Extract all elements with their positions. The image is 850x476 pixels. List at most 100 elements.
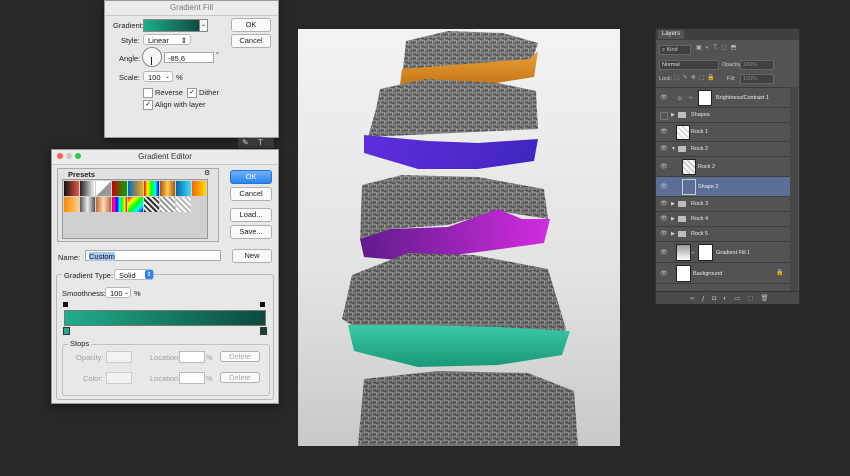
fill-input[interactable]: 100% xyxy=(740,74,774,84)
stepper-icon: ⇕ xyxy=(180,36,187,45)
layer-row-rock-2-group[interactable]: 👁 ▼ Rock 2 xyxy=(656,142,790,157)
opacity-input[interactable]: 100% xyxy=(740,60,774,70)
fill-label: Fill: xyxy=(727,76,736,82)
preset-swatch[interactable] xyxy=(80,197,95,212)
layers-scrollbar[interactable] xyxy=(790,87,798,294)
preset-swatch[interactable] xyxy=(80,181,95,196)
link-icon: ∞ xyxy=(691,250,695,256)
delete-opacity-stop-button[interactable]: Delete xyxy=(220,351,260,362)
color-stop-left[interactable] xyxy=(63,327,70,335)
stops-label: Stops xyxy=(68,339,92,348)
layer-row-gradient-fill-1[interactable]: 👁 ∞ Gradient Fill 1 xyxy=(656,242,790,263)
layer-filter-icons[interactable]: ▣◐T⬚⬒ xyxy=(696,44,740,51)
ok-button[interactable]: OK xyxy=(230,170,272,184)
preset-swatch[interactable] xyxy=(96,181,111,196)
layer-row-shape-2-selected[interactable]: 👁 Shape 2 xyxy=(656,177,790,197)
layers-tab[interactable]: Layers xyxy=(658,30,685,39)
layer-row-brightness-contrast[interactable]: 👁 ☼ ∞ Brightness/Contrast 1 xyxy=(656,88,790,108)
preset-swatch[interactable] xyxy=(128,181,143,196)
visibility-eye-icon[interactable]: 👁 xyxy=(660,163,668,170)
scale-select[interactable]: 100 ⌄ xyxy=(143,71,173,82)
preset-swatch[interactable] xyxy=(112,181,127,196)
document-canvas[interactable] xyxy=(298,29,620,446)
expand-arrow-icon[interactable]: ▶ xyxy=(671,216,675,222)
minimize-window-icon[interactable] xyxy=(66,153,72,159)
layer-row-rock-3[interactable]: 👁 ▶ Rock 3 xyxy=(656,197,790,212)
layer-name: Brightness/Contrast 1 xyxy=(716,95,769,101)
pen-tool-icon[interactable]: ✎ xyxy=(242,138,249,147)
filter-kind-select[interactable]: ⌕ Kind xyxy=(659,45,691,55)
collapse-arrow-icon[interactable]: ▼ xyxy=(671,146,676,152)
preset-swatch[interactable] xyxy=(176,181,191,196)
lock-icons[interactable]: ⬚✎✥⬚🔒 xyxy=(674,74,718,81)
layer-row-rock-4[interactable]: 👁 ▶ Rock 4 xyxy=(656,212,790,227)
opacity-stop-left[interactable] xyxy=(63,302,68,307)
type-tool-icon[interactable]: T xyxy=(258,138,263,147)
preset-swatch[interactable] xyxy=(192,181,206,196)
layer-row-rock-2[interactable]: 👁 Rock 2 xyxy=(656,157,790,177)
color-label: Color: xyxy=(83,374,104,383)
preset-swatch[interactable] xyxy=(112,197,127,212)
stop-opacity-input[interactable] xyxy=(106,351,132,363)
gear-icon[interactable]: ⚙ xyxy=(204,169,210,177)
visibility-off-box[interactable] xyxy=(660,112,668,120)
visibility-eye-icon[interactable]: 👁 xyxy=(660,215,668,222)
gradient-name-input[interactable]: Custom xyxy=(85,250,221,261)
blend-mode-select[interactable]: Normal xyxy=(659,60,719,70)
angle-dial-needle xyxy=(151,57,152,65)
close-window-icon[interactable] xyxy=(57,153,63,159)
visibility-eye-icon[interactable]: 👁 xyxy=(660,94,668,101)
visibility-eye-icon[interactable]: 👁 xyxy=(660,145,668,152)
preset-swatch[interactable] xyxy=(160,197,175,212)
opacity-stop-right[interactable] xyxy=(260,302,265,307)
visibility-eye-icon[interactable]: 👁 xyxy=(660,230,668,237)
gradient-swatch[interactable] xyxy=(143,19,201,32)
zoom-window-icon[interactable] xyxy=(75,153,81,159)
preset-swatch[interactable] xyxy=(64,197,79,212)
save-button[interactable]: Save... xyxy=(230,225,272,239)
cancel-button[interactable]: Cancel xyxy=(230,187,272,201)
visibility-eye-icon[interactable]: 👁 xyxy=(660,128,668,135)
preset-swatch[interactable] xyxy=(128,197,143,212)
cancel-button[interactable]: Cancel xyxy=(231,34,271,48)
opacity-location-input[interactable] xyxy=(179,351,205,363)
reverse-checkbox[interactable] xyxy=(143,88,153,98)
smoothness-value: 100 xyxy=(110,289,123,298)
dither-checkbox[interactable]: ✓ xyxy=(187,88,197,98)
style-select[interactable]: Linear ⇕ xyxy=(143,34,191,45)
color-stop-right[interactable] xyxy=(260,327,267,335)
align-with-layer-label: Align with layer xyxy=(155,100,206,109)
gradient-type-select[interactable]: Solid ⇕ xyxy=(114,269,154,280)
expand-arrow-icon[interactable]: ▶ xyxy=(671,201,675,207)
preset-swatch[interactable] xyxy=(64,181,79,196)
angle-input[interactable]: -85,6 xyxy=(164,52,214,63)
gradient-dropdown-arrow-icon[interactable]: ⌄ xyxy=(199,19,208,32)
preset-swatch[interactable] xyxy=(176,197,191,212)
presets-label: Presets xyxy=(68,170,96,179)
layer-row-background[interactable]: 👁 Background 🔒 xyxy=(656,263,790,284)
preset-swatch[interactable] xyxy=(144,197,159,212)
expand-arrow-icon[interactable]: ▶ xyxy=(671,112,675,118)
layer-row-shapes[interactable]: ▶ Shapes xyxy=(656,108,790,123)
layer-row-rock-1[interactable]: 👁 Rock 1 xyxy=(656,123,790,142)
angle-dial[interactable] xyxy=(142,47,162,67)
footer-action-icons[interactable]: ∞ƒ◘◐▭⬚🗑 xyxy=(690,294,776,302)
align-with-layer-checkbox[interactable]: ✓ xyxy=(143,100,153,110)
expand-arrow-icon[interactable]: ▶ xyxy=(671,231,675,237)
preset-swatch[interactable] xyxy=(144,181,159,196)
delete-color-stop-button[interactable]: Delete xyxy=(220,372,260,383)
visibility-eye-icon[interactable]: 👁 xyxy=(660,200,668,207)
color-location-input[interactable] xyxy=(179,372,205,384)
layer-row-rock-5[interactable]: 👁 ▶ Rock 5 xyxy=(656,227,790,242)
preset-swatch[interactable] xyxy=(96,197,111,212)
visibility-eye-icon[interactable]: 👁 xyxy=(660,249,668,256)
stop-color-swatch[interactable] xyxy=(106,372,132,384)
load-button[interactable]: Load... xyxy=(230,208,272,222)
visibility-eye-icon[interactable]: 👁 xyxy=(660,183,668,190)
new-button[interactable]: New xyxy=(232,249,272,263)
ok-button[interactable]: OK xyxy=(231,18,271,32)
smoothness-select[interactable]: 100 ⌄ xyxy=(105,287,131,298)
preset-swatch[interactable] xyxy=(160,181,175,196)
gradient-preview-bar[interactable] xyxy=(64,310,266,326)
visibility-eye-icon[interactable]: 👁 xyxy=(660,270,668,277)
